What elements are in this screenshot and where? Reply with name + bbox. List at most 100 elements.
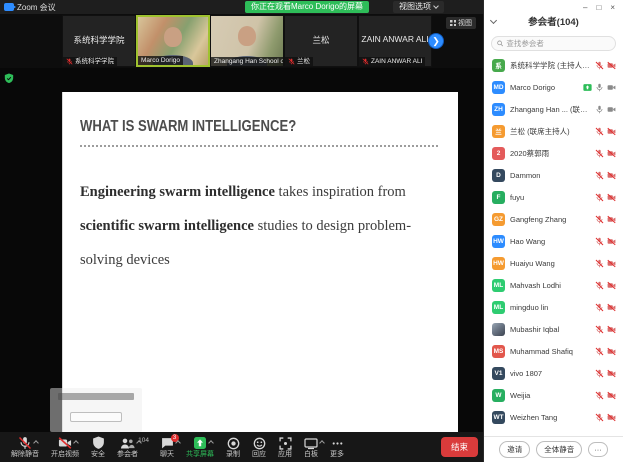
participant-row[interactable]: WWeijia <box>484 384 623 406</box>
video-tile[interactable]: 系统科学学院 系统科学学院 <box>62 15 136 67</box>
participant-name: 系统科学学院 (主持人, 我) <box>510 60 590 71</box>
view-options-label: 视图选项 <box>399 1 431 13</box>
participant-row[interactable]: ML mingduo lin <box>484 296 623 318</box>
invite-button[interactable]: 邀请 <box>499 441 530 458</box>
video-tile[interactable]: 兰松 兰松 <box>284 15 358 67</box>
whiteboard-icon <box>304 437 318 450</box>
chevron-up-icon <box>33 440 39 446</box>
more-options-button[interactable]: ··· <box>588 442 608 457</box>
participant-row[interactable]: 系系统科学学院 (主持人, 我) <box>484 54 623 76</box>
mic-muted-icon <box>595 259 604 268</box>
mic-muted-icon <box>595 61 604 70</box>
more-button[interactable]: 更多 <box>324 432 350 462</box>
participant-row[interactable]: Mubashir Iqbal <box>484 318 623 340</box>
maximize-button[interactable]: □ <box>596 3 601 12</box>
avatar: ML <box>492 301 505 314</box>
toolbar-button-label: 开启视频 <box>51 450 79 459</box>
participant-status-icons <box>595 193 616 202</box>
participant-status-icons <box>583 83 616 92</box>
unmute-button[interactable]: 解除静音 <box>5 432 45 462</box>
participant-row[interactable]: WTWeizhen Tang <box>484 406 623 428</box>
participant-row[interactable]: HWHao Wang <box>484 230 623 252</box>
participant-status-icons <box>595 325 616 334</box>
participant-name: mingduo lin <box>510 303 590 312</box>
camera-off-icon <box>607 413 616 422</box>
participant-name: Zhangang Han ... (联席主持人) <box>510 104 590 115</box>
participant-row[interactable]: V1 vivo 1807 <box>484 362 623 384</box>
avatar: MS <box>492 345 505 358</box>
more-icon <box>331 437 344 450</box>
start-video-button[interactable]: 开启视频 <box>45 432 85 462</box>
view-button-label: 视图 <box>458 18 472 28</box>
presentation-slide: WHAT IS SWARM INTELLIGENCE? Engineering … <box>62 92 458 432</box>
apps-button[interactable]: 应用 <box>272 432 298 462</box>
participant-status-icons <box>595 281 616 290</box>
participant-row[interactable]: ZHZhangang Han ... (联席主持人) <box>484 98 623 120</box>
avatar: 兰 <box>492 125 505 138</box>
participant-row[interactable]: HWHuaiyu Wang <box>484 252 623 274</box>
participant-name: Gangfeng Zhang <box>510 215 590 224</box>
participant-name: Mubashir Iqbal <box>510 325 590 334</box>
tile-display-name: 系统科学学院 <box>63 34 135 46</box>
avatar: D <box>492 169 505 182</box>
end-meeting-button[interactable]: 结束 <box>441 437 478 457</box>
mic-muted-icon <box>595 413 604 422</box>
participant-name: 兰松 (联席主持人) <box>510 126 590 137</box>
participant-row[interactable]: MLMahvash Lodhi <box>484 274 623 296</box>
minimize-button[interactable]: – <box>583 3 587 12</box>
participants-button[interactable]: 104 参会者 <box>111 432 144 462</box>
mic-muted-icon <box>595 127 604 136</box>
avatar: GZ <box>492 213 505 226</box>
participant-row[interactable]: 兰兰松 (联席主持人) <box>484 120 623 142</box>
slide-text: takes inspiration from <box>275 184 406 200</box>
fading-notification <box>50 388 142 432</box>
toolbar-button-label: 解除静音 <box>11 450 39 459</box>
toolbar-button-label: 白板 <box>304 450 318 459</box>
encryption-shield-icon <box>4 73 14 84</box>
participant-search[interactable] <box>491 36 616 51</box>
video-tile[interactable]: Zhangang Han School of <box>210 15 284 67</box>
search-input[interactable] <box>506 39 610 48</box>
participants-list: 系系统科学学院 (主持人, 我) MDMarco Dorigo ZHZhanga… <box>484 54 623 436</box>
security-button[interactable]: 安全 <box>85 432 111 462</box>
avatar: HW <box>492 257 505 270</box>
participant-status-icons <box>595 259 616 268</box>
view-layout-button[interactable]: 视图 <box>446 17 476 29</box>
avatar: V1 <box>492 367 505 380</box>
security-shield-icon <box>92 436 105 450</box>
reactions-button[interactable]: 回应 <box>246 432 272 462</box>
whiteboard-button[interactable]: 白板 <box>298 432 324 462</box>
close-button[interactable]: × <box>610 3 615 12</box>
mic-muted-icon <box>595 391 604 400</box>
participant-row[interactable]: 22020蔡郭雨 <box>484 142 623 164</box>
participants-header: 参会者(104) <box>484 15 623 31</box>
mute-all-button[interactable]: 全体静音 <box>536 441 582 458</box>
participant-name: fuyu <box>510 193 590 202</box>
participants-panel: – □ × 参会者(104) 系系统科学学院 (主持人, 我) MDMarco … <box>483 0 623 462</box>
mic-muted-icon <box>595 171 604 180</box>
chat-button[interactable]: 3 聊天 <box>154 432 180 462</box>
record-button[interactable]: 录制 <box>220 432 246 462</box>
tile-name-label: 兰松 <box>285 57 313 66</box>
participant-status-icons <box>595 215 616 224</box>
search-icon <box>497 40 503 47</box>
participant-name: vivo 1807 <box>510 369 590 378</box>
avatar: ML <box>492 279 505 292</box>
video-tile[interactable]: ZAIN ANWAR ALI ZAIN ANWAR ALI <box>358 15 432 67</box>
video-tile[interactable]: Marco Dorigo <box>136 15 210 67</box>
participant-row[interactable]: GZ Gangfeng Zhang <box>484 208 623 230</box>
meeting-toolbar: 解除静音 开启视频 安全 104 参会者 3 聊天 共享屏幕 <box>0 432 483 462</box>
participant-status-icons <box>595 237 616 246</box>
participant-row[interactable]: MSMuhammad Shafiq <box>484 340 623 362</box>
participant-status-icons <box>595 369 616 378</box>
participant-row[interactable]: DDammon <box>484 164 623 186</box>
participant-row[interactable]: MDMarco Dorigo <box>484 76 623 98</box>
tile-display-name: ZAIN ANWAR ALI <box>359 34 431 44</box>
share-screen-button[interactable]: 共享屏幕 <box>180 432 220 462</box>
participants-footer: 邀请 全体静音 ··· <box>484 436 623 462</box>
view-options-button[interactable]: 视图选项 <box>393 1 444 13</box>
avatar: WT <box>492 411 505 424</box>
participant-row[interactable]: Ffuyu <box>484 186 623 208</box>
toolbar-button-label: 更多 <box>330 450 344 459</box>
next-participants-button[interactable]: ❯ <box>428 33 444 49</box>
